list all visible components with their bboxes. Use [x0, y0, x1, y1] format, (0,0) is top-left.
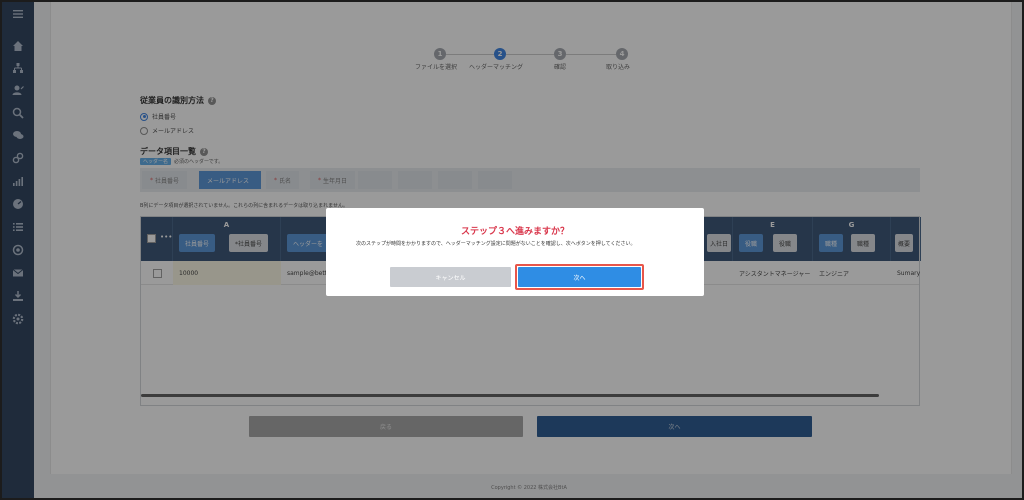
next-button-highlight: [515, 264, 644, 290]
modal-cancel-button[interactable]: キャンセル: [390, 267, 511, 287]
modal-title: ステップ３へ進みますか？: [460, 227, 569, 237]
app-window: 1 ファイルを選択 2 ヘッダーマッチング 3 確認 4 取り込み 従業員の識別…: [0, 0, 1024, 500]
modal-message: 次のステップが時間をかかりますので、ヘッダーマッチング設定に問題がないことを確認…: [356, 241, 636, 247]
